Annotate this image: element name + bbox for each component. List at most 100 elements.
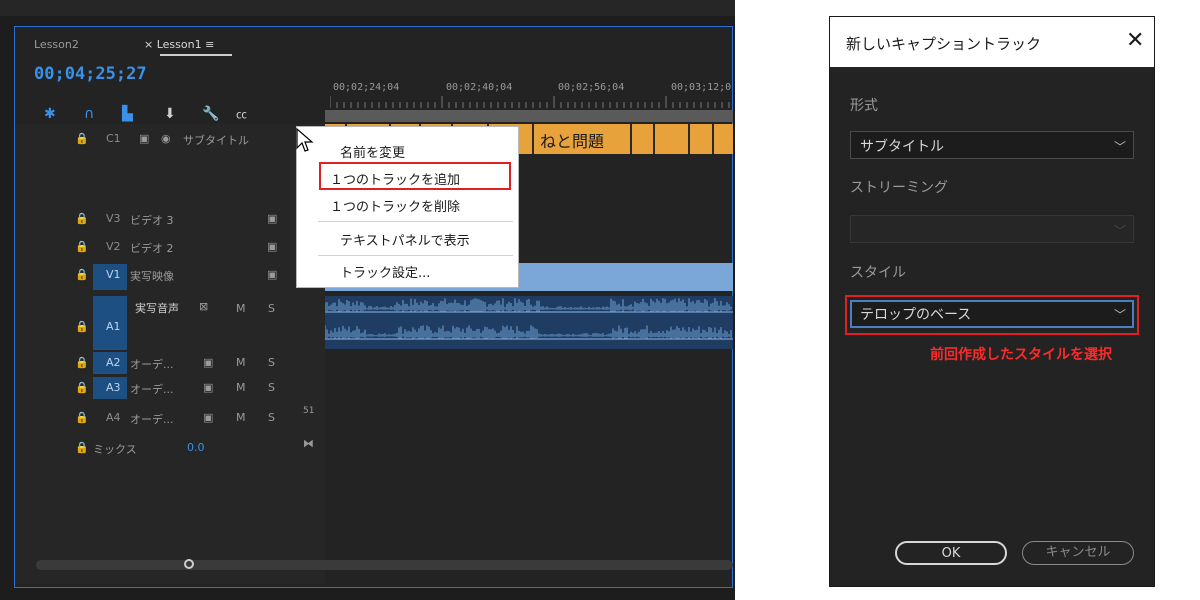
ruler-label: 00;03;12;0 bbox=[671, 82, 732, 93]
caption-divider bbox=[688, 124, 690, 154]
track-id: C1 bbox=[106, 132, 121, 145]
track-header-v2: 🔒 V2 ビデオ 2 ▣ bbox=[15, 240, 325, 260]
timeline-scrollbar[interactable] bbox=[36, 560, 733, 570]
time-ruler[interactable] bbox=[330, 96, 730, 108]
streaming-select[interactable] bbox=[850, 215, 1134, 243]
mute-toggle[interactable]: M bbox=[236, 411, 246, 424]
format-select-value: サブタイトル bbox=[860, 139, 944, 155]
linked-selection-icon[interactable]: ▙ bbox=[122, 106, 133, 122]
scrollbar-handle[interactable] bbox=[184, 559, 194, 569]
track-header-mix: 🔒 ミックス 0.0 ⧓ bbox=[15, 437, 325, 461]
style-label: スタイル bbox=[850, 265, 906, 281]
track-id: A3 bbox=[106, 381, 121, 394]
caption-clip-text[interactable]: ねと問題 bbox=[540, 128, 604, 152]
active-tab-underline bbox=[160, 54, 232, 56]
track-header-a1: 🔒 A1 実写音声 ⊠ M S bbox=[15, 300, 325, 348]
work-area-bar[interactable] bbox=[325, 110, 733, 122]
caption-divider bbox=[630, 124, 632, 154]
menu-item-track-settings[interactable]: トラック設定... bbox=[340, 262, 430, 281]
menu-item-delete-track[interactable]: １つのトラックを削除 bbox=[330, 196, 460, 215]
mute-toggle[interactable]: M bbox=[236, 356, 246, 369]
track-header-c1: 🔒 C1 ▣ ◉ サブタイトル bbox=[15, 132, 325, 152]
solo-toggle[interactable]: S bbox=[268, 302, 275, 315]
solo-toggle[interactable]: S bbox=[268, 381, 275, 394]
track-name: サブタイトル bbox=[183, 134, 249, 147]
sync-lock-icon[interactable]: ▣ bbox=[267, 240, 277, 253]
channel-label: 51 bbox=[303, 406, 315, 416]
track-id: V3 bbox=[106, 212, 121, 225]
lock-icon[interactable]: 🔒 bbox=[75, 356, 89, 369]
wrench-icon[interactable]: 🔧 bbox=[202, 106, 219, 122]
track-header-a2: 🔒 A2 オーデ... ▣ M S bbox=[15, 356, 325, 376]
eye-icon[interactable]: ◉ bbox=[161, 132, 171, 145]
mute-record-icon[interactable]: ⊠ bbox=[199, 300, 208, 313]
audio-clip-a1[interactable] bbox=[324, 296, 733, 349]
magnet-icon[interactable]: ∩ bbox=[84, 106, 94, 122]
lock-icon[interactable]: 🔒 bbox=[75, 132, 89, 145]
cancel-button[interactable]: キャンセル bbox=[1022, 541, 1134, 565]
sync-lock-icon[interactable]: ▣ bbox=[203, 381, 213, 394]
track-header-v1: 🔒 V1 実写映像 ▣ bbox=[15, 268, 325, 288]
solo-toggle[interactable]: S bbox=[268, 356, 275, 369]
track-id: A1 bbox=[106, 320, 121, 333]
sync-lock-icon[interactable]: ▣ bbox=[267, 212, 277, 225]
ok-button[interactable]: OK bbox=[895, 541, 1007, 565]
tab-lesson2[interactable]: Lesson2 bbox=[34, 38, 79, 51]
menu-separator bbox=[318, 255, 513, 256]
ruler-label: 00;02;24;04 bbox=[333, 82, 400, 93]
chevron-down-icon: ﹀ bbox=[1114, 224, 1127, 238]
mouse-cursor-icon bbox=[296, 128, 314, 152]
ruler-label: 00;02;56;04 bbox=[558, 82, 625, 93]
sync-lock-icon[interactable]: ▣ bbox=[203, 411, 213, 424]
streaming-label: ストリーミング bbox=[850, 180, 948, 196]
track-header-v3: 🔒 V3 ビデオ 3 ▣ bbox=[15, 212, 325, 232]
format-label: 形式 bbox=[850, 98, 878, 114]
lock-icon[interactable]: 🔒 bbox=[75, 441, 89, 454]
marker-icon[interactable]: ⬇ bbox=[164, 106, 176, 122]
ruler-label: 00;02;40;04 bbox=[446, 82, 513, 93]
track-id: A4 bbox=[106, 411, 121, 424]
sync-lock-icon[interactable]: ▣ bbox=[267, 268, 277, 281]
track-header-a4: 🔒 A4 オーデ... ▣ M S 51 bbox=[15, 406, 325, 430]
menu-item-show-text-panel[interactable]: テキストパネルで表示 bbox=[340, 230, 470, 249]
mix-end-icon: ⧓ bbox=[303, 437, 314, 450]
sync-lock-icon[interactable]: ▣ bbox=[139, 132, 149, 145]
track-header-column bbox=[15, 124, 325, 584]
caption-divider bbox=[653, 124, 655, 154]
track-name: 実写音声 bbox=[135, 302, 179, 315]
mix-value[interactable]: 0.0 bbox=[187, 441, 205, 454]
caption-divider bbox=[532, 124, 534, 154]
track-name: ビデオ 2 bbox=[130, 242, 174, 255]
lock-icon[interactable]: 🔒 bbox=[75, 212, 89, 225]
track-name: オーデ... bbox=[130, 413, 174, 426]
annotation-note: 前回作成したスタイルを選択 bbox=[930, 347, 1112, 363]
track-id: V1 bbox=[106, 268, 121, 281]
style-select-value: テロップのベース bbox=[860, 307, 972, 323]
close-icon[interactable]: ✕ bbox=[1126, 28, 1144, 53]
snap-icon[interactable]: ✱ bbox=[44, 106, 56, 122]
lock-icon[interactable]: 🔒 bbox=[75, 240, 89, 253]
tab-lesson1[interactable]: × Lesson1 ≡ bbox=[144, 38, 214, 51]
menu-separator bbox=[318, 221, 513, 222]
track-name: オーデ... bbox=[130, 358, 174, 371]
chevron-down-icon: ﹀ bbox=[1114, 308, 1127, 322]
mute-toggle[interactable]: M bbox=[236, 302, 246, 315]
lock-icon[interactable]: 🔒 bbox=[75, 381, 89, 394]
track-name: ビデオ 3 bbox=[130, 214, 174, 227]
sync-lock-icon[interactable]: ▣ bbox=[203, 356, 213, 369]
captions-icon[interactable]: ㏄ bbox=[236, 106, 247, 122]
mute-toggle[interactable]: M bbox=[236, 381, 246, 394]
solo-toggle[interactable]: S bbox=[268, 411, 275, 424]
track-name: 実写映像 bbox=[130, 270, 174, 283]
lock-icon[interactable]: 🔒 bbox=[75, 268, 89, 281]
track-id: V2 bbox=[106, 240, 121, 253]
playhead-timecode[interactable]: 00;04;25;27 bbox=[34, 64, 147, 84]
panel-top-bar bbox=[0, 0, 735, 16]
dialog-title: 新しいキャプショントラック bbox=[846, 35, 1042, 53]
timeline-controls: ✱ ∩ ▙ ⬇ 🔧 ㏄ bbox=[30, 106, 310, 126]
lock-icon[interactable]: 🔒 bbox=[75, 411, 89, 424]
menu-item-rename[interactable]: 名前を変更 bbox=[340, 142, 405, 161]
lock-icon[interactable]: 🔒 bbox=[75, 320, 89, 333]
menu-item-add-track[interactable]: １つのトラックを追加 bbox=[330, 169, 460, 188]
track-header-a3: 🔒 A3 オーデ... ▣ M S bbox=[15, 381, 325, 401]
